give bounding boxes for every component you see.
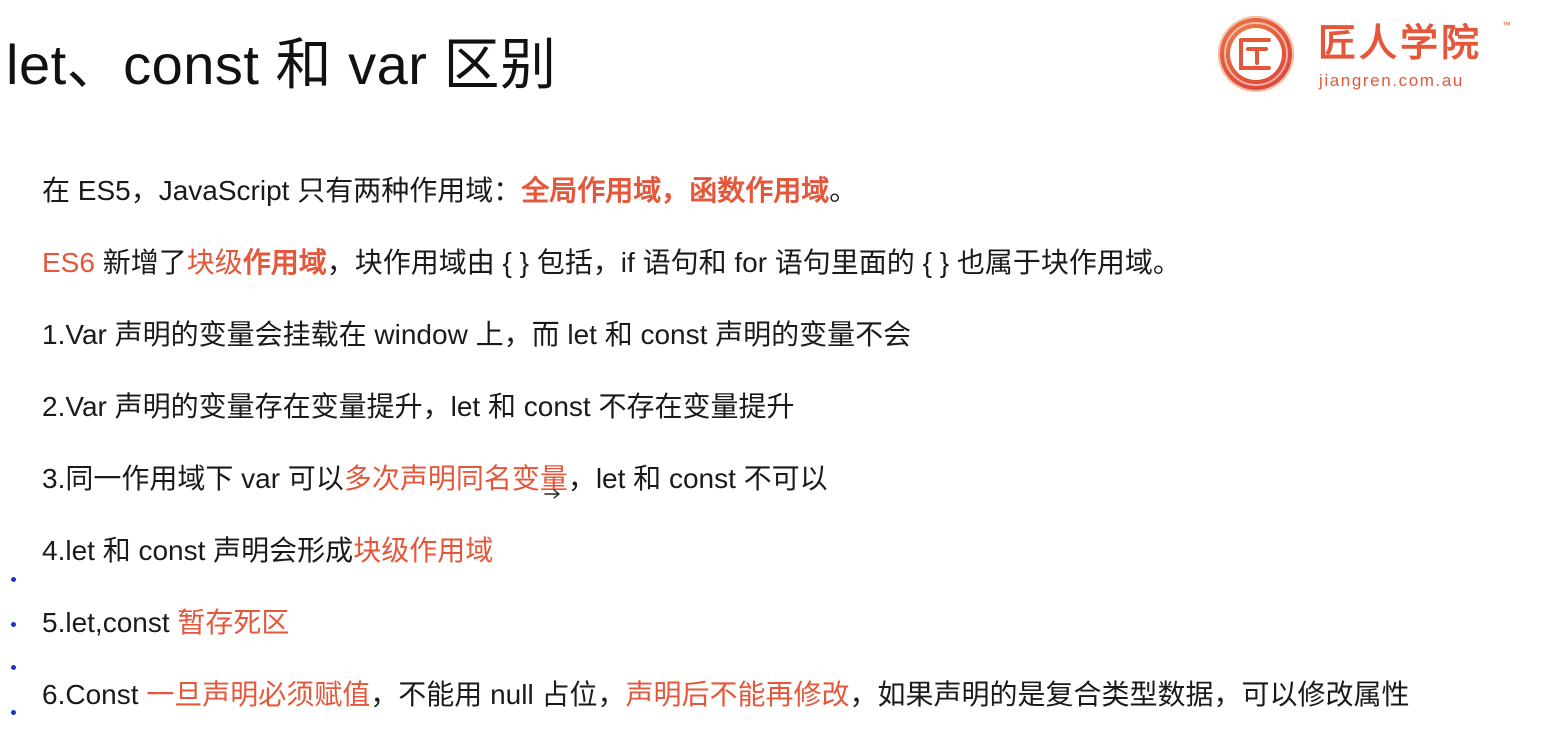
highlight-text: 作用域 xyxy=(242,247,327,278)
line-text: ，不能用 null 占位， xyxy=(370,679,626,710)
line-text: 。 xyxy=(829,175,858,206)
logo-url: jiangren.com.au xyxy=(1319,71,1464,90)
slide-title: let、const 和 var 区别 xyxy=(6,33,557,96)
highlight-text: 暂存死区 xyxy=(177,607,290,638)
text-line-point-4: 4.let 和 const 声明会形成块级作用域 xyxy=(42,531,493,571)
line-text: 6.Const xyxy=(42,679,147,710)
text-line-point-3: 3.同一作用域下 var 可以多次声明同名变量，let 和 const 不可以 xyxy=(42,459,828,499)
cursor-arrow-icon xyxy=(544,489,560,499)
highlight-text: 块级 xyxy=(186,247,243,278)
line-text: 3.同一作用域下 var 可以 xyxy=(42,463,344,494)
text-line-es6-block-scope: ES6 新增了块级作用域，块作用域由 { } 包括，if 语句和 for 语句里… xyxy=(42,243,1181,283)
line-text: 1.Var 声明的变量会挂载在 window 上，而 let 和 const 声… xyxy=(42,319,912,350)
line-text: 新增了 xyxy=(94,247,187,278)
line-text: 4.let 和 const 声明会形成 xyxy=(42,535,354,566)
highlight-text: 多次声明同名变量 xyxy=(343,463,568,494)
bullet-dot xyxy=(11,622,16,627)
line-text: 在 ES5，JavaScript 只有两种作用域： xyxy=(42,175,522,206)
bullet-dot xyxy=(11,665,16,670)
highlight-text: 块级作用域 xyxy=(353,535,494,566)
text-line-point-6: 6.Const 一旦声明必须赋值，不能用 null 占位，声明后不能再修改，如果… xyxy=(42,675,1409,715)
highlight-text: 一旦声明必须赋值 xyxy=(146,679,371,710)
bullet-dot xyxy=(11,710,16,715)
bullet-dot xyxy=(11,577,16,582)
highlight-text: ES6 xyxy=(42,247,95,278)
line-text: 5.let,const xyxy=(42,607,178,638)
jr-logo-icon xyxy=(1218,16,1294,92)
line-text: 2.Var 声明的变量存在变量提升，let 和 const 不存在变量提升 xyxy=(42,391,795,422)
text-line-point-5: 5.let,const 暂存死区 xyxy=(42,603,289,643)
line-text: ，let 和 const 不可以 xyxy=(567,463,828,494)
text-line-point-2: 2.Var 声明的变量存在变量提升，let 和 const 不存在变量提升 xyxy=(42,387,794,427)
line-text: ，如果声明的是复合类型数据，可以修改属性 xyxy=(849,679,1410,710)
line-text: ，块作用域由 { } 包括，if 语句和 for 语句里面的 { } 也属于块作… xyxy=(326,247,1181,278)
jiangren-logo: 匠人学院 ™ jiangren.com.au xyxy=(1218,14,1511,96)
logo-name: 匠人学院 xyxy=(1318,23,1483,65)
highlight-text: 全局作用域，函数作用域 xyxy=(521,175,830,206)
text-line-scope-es5: 在 ES5，JavaScript 只有两种作用域：全局作用域，函数作用域。 xyxy=(42,171,857,211)
text-line-point-1: 1.Var 声明的变量会挂载在 window 上，而 let 和 const 声… xyxy=(42,315,911,355)
logo-trademark: ™ xyxy=(1502,20,1511,30)
highlight-text: 声明后不能再修改 xyxy=(625,679,850,710)
